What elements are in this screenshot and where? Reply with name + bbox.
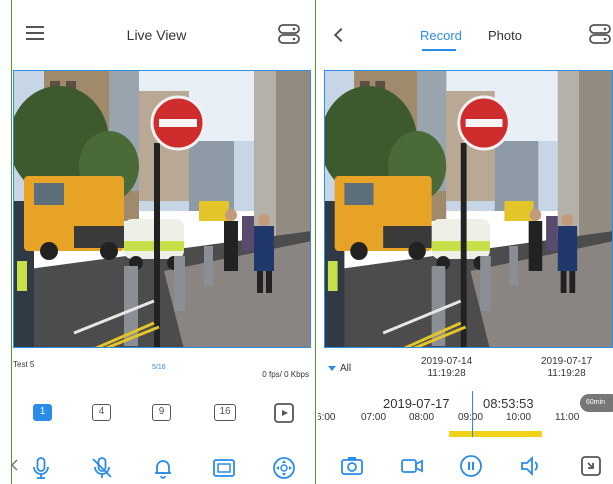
tab-record[interactable]: Record	[420, 28, 462, 43]
snapshot-icon[interactable]	[340, 454, 364, 478]
page-indicator: 5/16	[152, 364, 166, 371]
live-video-feed[interactable]	[13, 70, 311, 348]
range-start-date: 2019-07-14	[421, 356, 473, 367]
range-end[interactable]: 2019-07-17 11:19:28	[541, 356, 592, 380]
current-time: 08:53:53	[483, 396, 534, 411]
street-scene-image	[14, 71, 310, 347]
frame-border	[11, 0, 12, 484]
playback-header: Record Photo	[318, 0, 613, 68]
playback-screen: Record Photo All 2019-07-14 11:19:28 201…	[318, 0, 613, 484]
recording-segment[interactable]	[449, 431, 542, 437]
volume-icon[interactable]	[519, 454, 543, 478]
range-end-date: 2019-07-17	[541, 356, 593, 367]
timeline-tick: 08:00	[409, 412, 435, 423]
timeline-tick: 11:00	[555, 412, 580, 423]
timeline-zoom-button[interactable]: 60min	[580, 394, 613, 412]
filter-dropdown-icon[interactable]	[328, 366, 336, 371]
mute-microphone-icon[interactable]	[90, 456, 114, 480]
ptz-icon[interactable]	[272, 456, 296, 480]
live-view-header: Live View	[0, 0, 313, 68]
split-1-button[interactable]: 1	[33, 404, 52, 421]
live-view-screen: Live View Test 5 5/16 0 fps/ 0 Kbps 1 4 …	[0, 0, 313, 484]
range-end-time: 11:19:28	[547, 368, 586, 379]
playback-video[interactable]	[324, 70, 613, 348]
street-scene-image	[325, 71, 612, 347]
stream-rate: 0 fps/ 0 Kbps	[262, 370, 309, 379]
record-video-icon[interactable]	[400, 454, 424, 478]
bell-icon[interactable]	[151, 456, 175, 480]
device-list-icon[interactable]	[278, 24, 300, 44]
current-date: 2019-07-17	[383, 396, 450, 411]
record-type-filter[interactable]: All	[340, 363, 351, 374]
back-icon[interactable]	[333, 27, 349, 43]
pause-icon[interactable]	[459, 454, 483, 478]
timeline-tick: 6:00	[318, 412, 336, 423]
microphone-icon[interactable]	[29, 456, 53, 480]
split-4-button[interactable]: 4	[92, 404, 111, 421]
timeline-tick: 09:00	[458, 412, 484, 423]
play-square-icon[interactable]	[272, 401, 296, 425]
timeline-tick: 10:00	[506, 412, 532, 423]
range-start[interactable]: 2019-07-14 11:19:28	[421, 356, 472, 380]
active-tab-indicator	[422, 49, 456, 51]
device-list-icon[interactable]	[589, 24, 611, 44]
fullscreen-icon[interactable]	[579, 454, 603, 478]
timeline-cursor	[472, 391, 473, 437]
split-16-button[interactable]: 16	[214, 404, 236, 421]
timeline-tick: 07:00	[361, 412, 387, 423]
screen-icon[interactable]	[212, 456, 236, 480]
camera-name: Test 5	[13, 360, 35, 369]
page-title: Live View	[126, 27, 187, 43]
tab-photo[interactable]: Photo	[488, 28, 522, 43]
range-start-time: 11:19:28	[427, 368, 466, 379]
scroll-left-icon[interactable]	[10, 458, 20, 472]
split-9-button[interactable]: 9	[152, 404, 171, 421]
